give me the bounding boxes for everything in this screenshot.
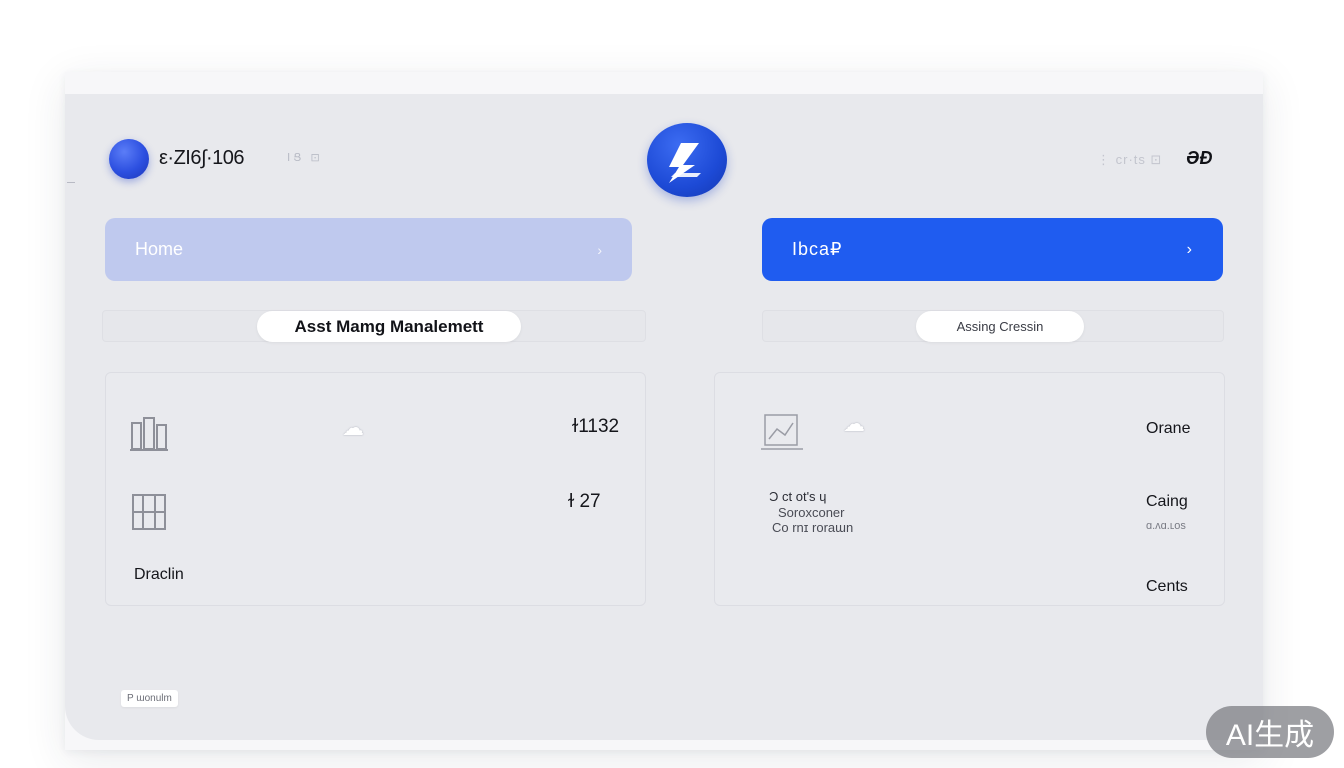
detail-line-1: Ɔ ct ot's ɥ (769, 489, 827, 504)
row2-value: ɫ 27 (568, 491, 601, 512)
footer-tag-text: ɯonulm (136, 693, 172, 704)
tab-asset-management[interactable]: Asst Mamg Manalemett (257, 311, 521, 342)
row1-value: ɫ1132 (572, 416, 620, 437)
app-logo[interactable] (647, 123, 727, 197)
cloud-icon: ☁ (843, 411, 865, 436)
chevron-right-icon: › (597, 241, 602, 258)
detail-line-3: Co rnɪ rorаɯn (772, 520, 854, 535)
asset-card: ☁ ɫ1132 ɫ 27 Draclin (105, 372, 646, 606)
row3-label: Cents (1146, 578, 1188, 595)
chart-board-icon (759, 411, 805, 461)
card-footer-label: Draclin (134, 566, 184, 583)
assigning-card: ☁ Orane Ɔ ct ot's ɥ Soroxconer Co rnɪ ro… (714, 372, 1225, 606)
tab-assigning[interactable]: Assing Cressin (916, 311, 1084, 342)
edge-marker (67, 182, 75, 183)
tab-asset-management-label: Asst Mamg Manalemett (294, 316, 484, 336)
ai-generated-watermark: AI生成 (1206, 706, 1334, 758)
building-group-icon (129, 415, 169, 461)
tab-strip-left: Asst Mamg Manalemett (102, 310, 646, 342)
bolt-icon (669, 143, 701, 183)
footer-tag-prefix: P (127, 693, 134, 704)
detail-line-2: Soroxconer (778, 505, 845, 520)
header-status-text: ⋮ cr·ts ⊡ (1097, 152, 1163, 167)
footer-tag[interactable]: P ɯonulm (121, 690, 178, 707)
header-mini-icons[interactable]: ⅠՑ ⊡ (287, 151, 323, 164)
building-icon (129, 491, 169, 541)
home-button-label: Home (135, 239, 184, 259)
row2-label: Caing (1146, 493, 1188, 510)
local-button-label: Ibca₽ (792, 239, 843, 259)
tab-strip-right: Assing Cressin (762, 310, 1224, 342)
cloud-icon: ☁ (342, 415, 364, 440)
brand-mark-icon[interactable]: ƏÐ (1186, 148, 1212, 169)
row1-label: Orane (1146, 420, 1191, 437)
avatar[interactable] (109, 139, 149, 179)
row2-sublabel: ɑ.ʌɑ.ʟos (1146, 520, 1186, 532)
chevron-right-icon: › (1186, 240, 1193, 258)
version-label: ε·ZI6∫·106 (159, 147, 244, 169)
local-button[interactable]: Ibca₽ › (762, 218, 1223, 281)
tab-assigning-label: Assing Cressin (956, 319, 1044, 334)
home-button[interactable]: Home › (105, 218, 632, 281)
app-window: ε·ZI6∫·106 ⅠՑ ⊡ ⋮ cr·ts ⊡ ƏÐ Home › Ibca… (65, 72, 1263, 750)
main-panel: ε·ZI6∫·106 ⅠՑ ⊡ ⋮ cr·ts ⊡ ƏÐ Home › Ibca… (65, 94, 1263, 740)
